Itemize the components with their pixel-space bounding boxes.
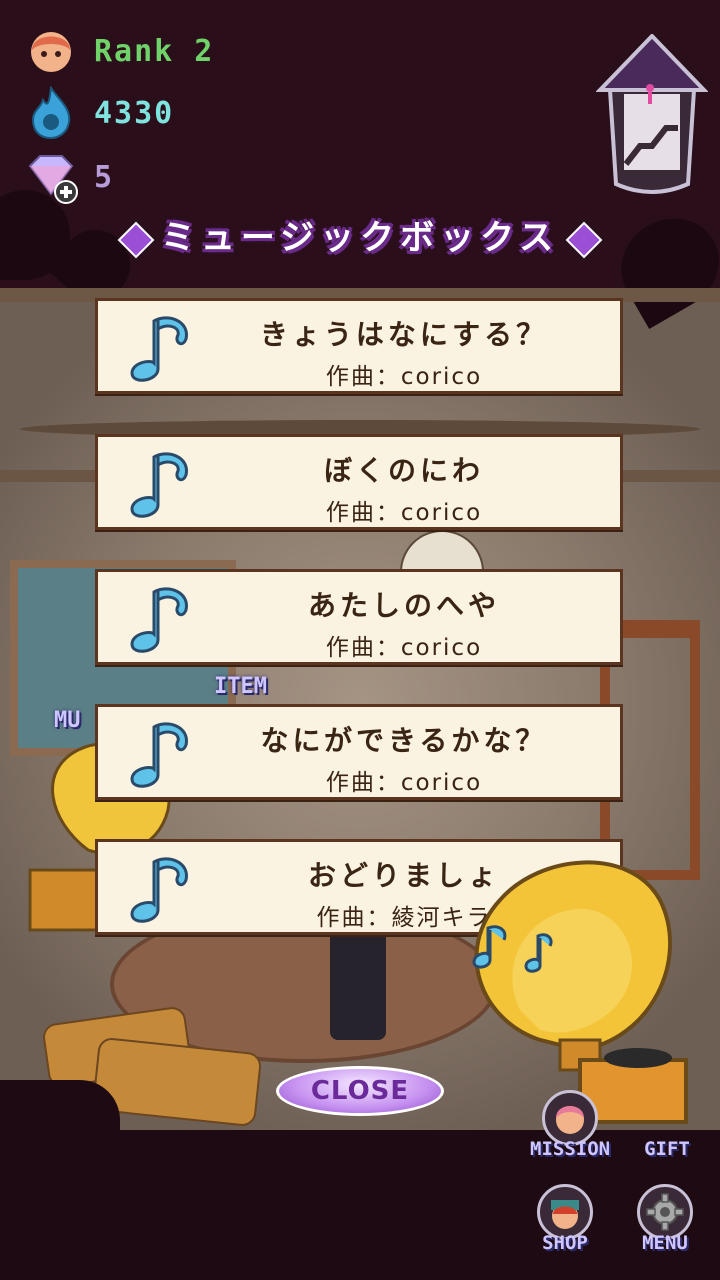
gramophone-large: [472, 860, 688, 1124]
song-composer: 作曲：corico: [325, 500, 483, 526]
song-title: きょうはなにする？: [259, 318, 549, 351]
song-title: なにができるかな？: [260, 724, 548, 757]
song-card[interactable]: きょうはなにする？ 作曲：corico: [95, 298, 623, 394]
song-card[interactable]: あたしのへや 作曲：corico: [95, 569, 623, 665]
tower-house-icon[interactable]: [596, 34, 708, 200]
song-card[interactable]: なにができるかな？ 作曲：corico: [95, 704, 623, 800]
gem-plus-icon[interactable]: [24, 150, 78, 204]
blue-flame-icon: [24, 86, 78, 140]
rank-text: Rank 2: [94, 33, 215, 69]
mission-label: MISSION: [530, 1138, 611, 1160]
rank-stat: Rank 2: [24, 24, 214, 78]
shop-label: SHOP: [542, 1232, 588, 1254]
floor-shadow: [0, 1080, 120, 1160]
player-avatar-icon: [24, 24, 78, 78]
close-button[interactable]: CLOSE: [276, 1066, 444, 1116]
character-legs: [330, 930, 386, 1040]
menu-label: MENU: [642, 1232, 688, 1254]
diamond-icon: [117, 221, 155, 258]
song-composer: 作曲：corico: [325, 635, 483, 661]
song-title: あたしのへや: [307, 589, 500, 622]
song-composer: 作曲：corico: [325, 364, 483, 390]
gift-label: GIFT: [644, 1138, 690, 1160]
music-label-partial: MU: [54, 708, 81, 733]
mission-button[interactable]: MISSION: [530, 1090, 610, 1160]
gems-text: 5: [94, 159, 115, 195]
song-composer: 作曲：corico: [325, 770, 483, 796]
diamond-icon: [565, 221, 603, 258]
song-card[interactable]: ぼくのにわ 作曲：corico: [95, 434, 623, 530]
gems-stat[interactable]: 5: [24, 150, 114, 204]
menu-button[interactable]: MENU: [628, 1184, 702, 1254]
song-title: ぼくのにわ: [323, 454, 484, 487]
gift-button[interactable]: GIFT: [630, 1090, 704, 1160]
points-stat: 4330: [24, 86, 174, 140]
item-label: ITEM: [214, 674, 267, 699]
music-box-title: ミュージックボックス: [0, 210, 720, 259]
shop-button[interactable]: SHOP: [528, 1184, 602, 1254]
title-text: ミュージックボックス: [160, 218, 560, 258]
points-text: 4330: [94, 95, 175, 131]
